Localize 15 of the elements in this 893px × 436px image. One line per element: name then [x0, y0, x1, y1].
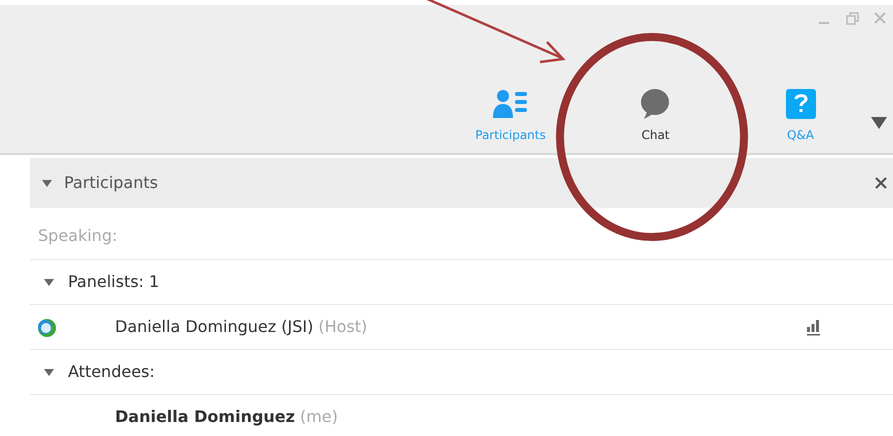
group-label: Attendees:	[68, 361, 155, 383]
chat-button[interactable]: Chat	[583, 88, 728, 144]
group-label: Panelists: 1	[68, 271, 160, 293]
qa-button[interactable]: Q&A	[728, 88, 873, 144]
participants-button[interactable]: Participants	[438, 88, 583, 144]
expanded-triangle-icon[interactable]	[44, 367, 54, 377]
expanded-triangle-icon[interactable]	[42, 178, 52, 188]
participant-name: Daniella Dominguez (JSI) (Host)	[115, 316, 368, 338]
person-list-icon	[492, 88, 528, 120]
participant-name: Daniella Dominguez (me)	[115, 406, 339, 428]
speaking-label: Speaking:	[38, 225, 118, 247]
expanded-triangle-icon[interactable]	[44, 277, 54, 287]
close-icon[interactable]	[875, 177, 887, 189]
panel-title: Participants	[64, 172, 159, 194]
dropdown-arrow-icon[interactable]	[871, 117, 887, 129]
